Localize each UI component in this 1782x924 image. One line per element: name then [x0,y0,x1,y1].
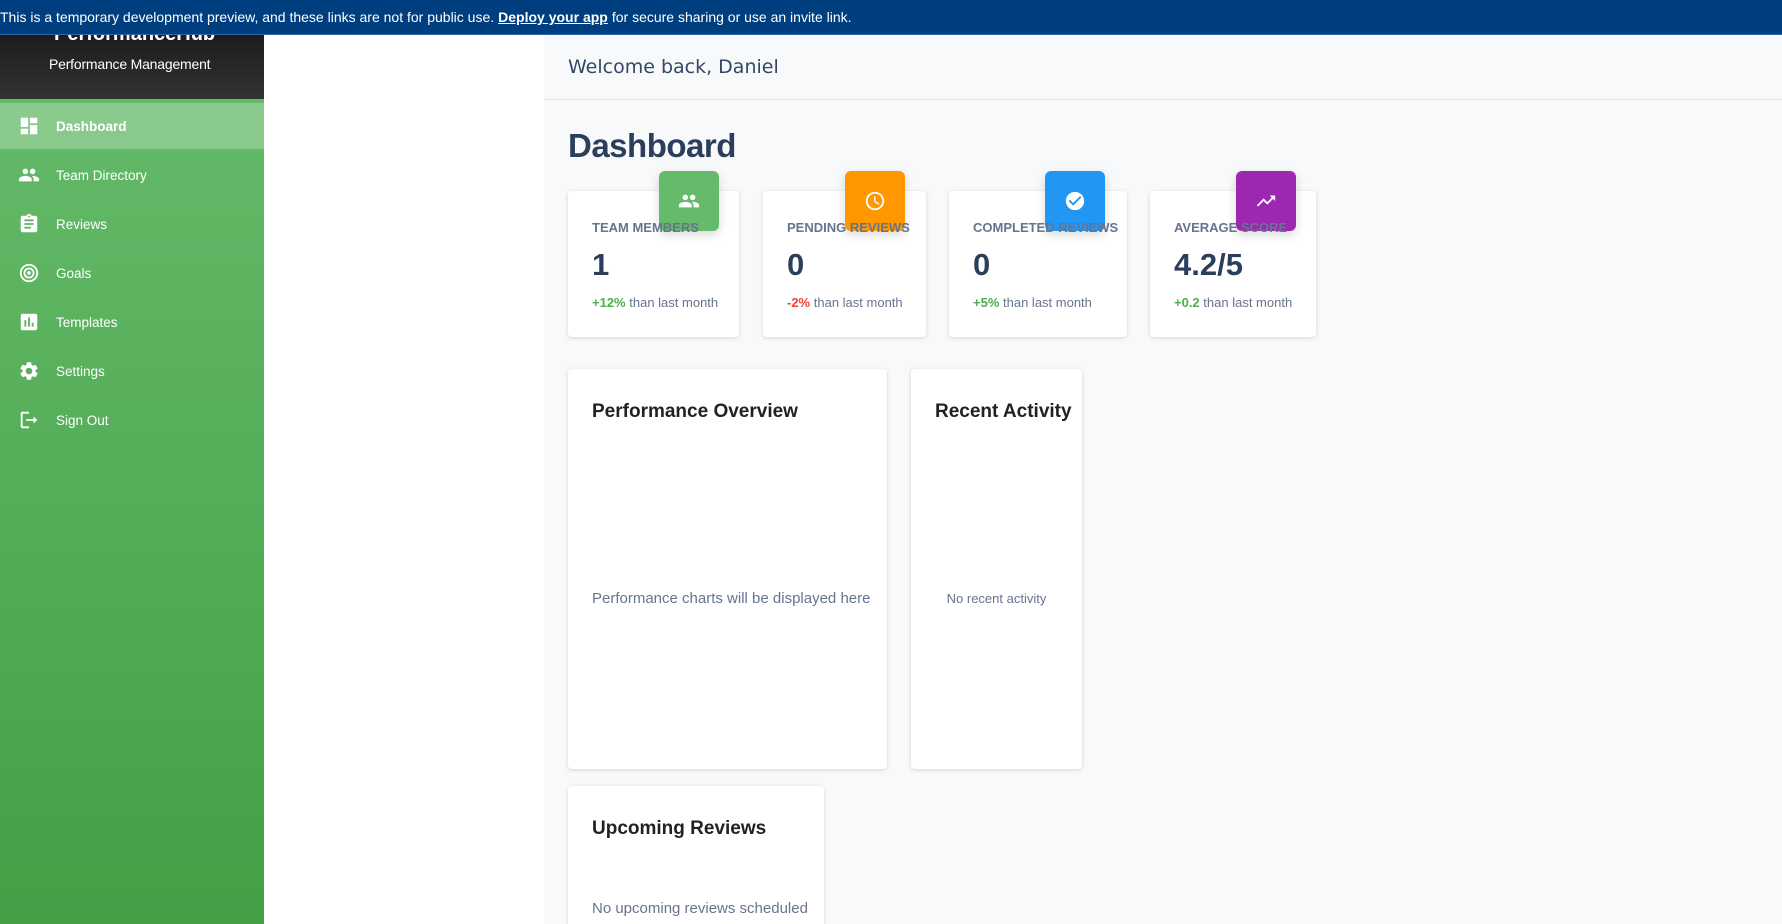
upcoming-reviews-panel: Upcoming Reviews No upcoming reviews sch… [568,786,824,924]
sidebar-item-label: Settings [56,363,105,379]
delta-value: +5% [973,295,1000,310]
empty-message: No recent activity [946,591,1047,606]
stat-card-average-score: Average Score 4.2/5 +0.2 than last month [1150,171,1316,337]
panel-title: Upcoming Reviews [592,818,767,839]
sidebar-item-label: Team Directory [56,167,147,183]
sidebar-item-label: Goals [56,265,92,281]
sidebar-item-label: Dashboard [56,118,127,134]
stat-card-completed-reviews: Completed Reviews 0 +5% than last month [949,171,1127,337]
assignment-icon [18,213,40,235]
stat-label: Completed Reviews [973,220,1119,235]
delta-suffix: than last month [629,295,719,310]
stat-value: 0 [787,247,805,282]
stat-delta: -2% than last month [787,295,903,310]
sidebar-item-label: Templates [56,314,118,330]
deploy-app-link[interactable]: Deploy your app [498,9,608,25]
stat-card-pending-reviews: Pending Reviews 0 -2% than last month [763,171,926,337]
stat-delta: +12% than last month [592,295,718,310]
dashboard-icon [18,115,40,137]
delta-suffix: than last month [1203,295,1293,310]
stat-delta: +0.2 than last month [1174,295,1292,310]
delta-suffix: than last month [813,295,903,310]
sidebar-item-dashboard[interactable]: Dashboard [0,103,264,149]
sidebar-item-templates[interactable]: Templates [0,299,264,345]
brand-name: PerformanceHub [54,35,215,46]
panel-title: Performance Overview [592,401,798,422]
panel-title: Recent Activity [935,401,1072,422]
banner-text-after: for secure sharing or use an invite link… [611,9,852,25]
delta-value: +12% [592,295,626,310]
page-title: Dashboard [568,127,736,164]
stat-value: 4.2/5 [1174,247,1243,282]
delta-value: +0.2 [1174,295,1200,310]
people-icon [18,164,40,186]
logout-icon [18,409,40,431]
main-content: Welcome back, Daniel Dashboard Team Memb… [544,35,1782,924]
sidebar: PerformanceHub Performance Management Da… [0,35,264,924]
delta-value: -2% [787,295,811,310]
sidebar-item-settings[interactable]: Settings [0,348,264,394]
sidebar-item-goals[interactable]: Goals [0,250,264,296]
stat-label: Average Score [1174,220,1288,235]
sidebar-item-label: Sign Out [56,412,109,428]
welcome-text: Welcome back, Daniel [568,56,779,78]
empty-message: No upcoming reviews scheduled [592,900,808,917]
stat-value: 1 [592,247,610,282]
stat-label: Pending Reviews [787,220,910,235]
delta-suffix: than last month [1003,295,1092,310]
sidebar-item-reviews[interactable]: Reviews [0,201,264,247]
target-icon [18,262,40,284]
stat-delta: +5% than last month [973,295,1092,310]
sidebar-item-label: Reviews [56,216,108,232]
sidebar-item-sign-out[interactable]: Sign Out [0,397,264,443]
topbar: Welcome back, Daniel [544,35,1782,100]
brand: PerformanceHub Performance Management [0,35,264,99]
empty-message: Performance charts will be displayed her… [592,590,871,607]
stat-label: Team Members [592,220,699,235]
stat-value: 0 [973,247,991,282]
sidebar-item-team-directory[interactable]: Team Directory [0,152,264,198]
preview-banner: This is a temporary development preview,… [0,0,1782,35]
recent-activity-panel: Recent Activity No recent activity [911,369,1082,769]
blank-area [264,35,544,924]
gear-icon [18,360,40,382]
performance-overview-panel: Performance Overview Performance charts … [568,369,887,769]
banner-text: This is a temporary development preview,… [0,9,495,25]
bar-chart-icon [18,311,40,333]
sidebar-nav: Dashboard Team Directory Reviews Goals T… [0,103,264,443]
brand-subtitle: Performance Management [49,56,211,72]
stat-card-team-members: Team Members 1 +12% than last month [568,171,739,337]
